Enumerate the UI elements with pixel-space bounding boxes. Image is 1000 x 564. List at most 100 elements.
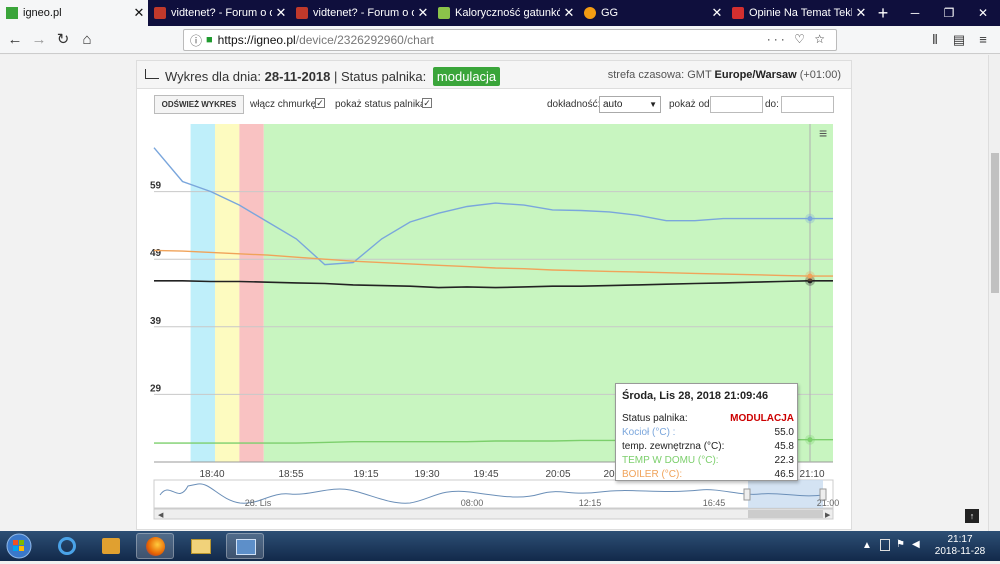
precision-value: auto xyxy=(603,99,623,110)
tab-label: GG xyxy=(601,7,619,19)
tab-label: vidtenet? - Forum o ogrzew xyxy=(313,7,414,19)
library-icon[interactable]: ⫴ xyxy=(924,29,946,51)
close-icon[interactable]: ✕ xyxy=(414,5,432,21)
page-actions[interactable]: ··· ♡ ☆ xyxy=(767,32,828,46)
close-icon[interactable]: ✕ xyxy=(708,5,726,21)
flag-icon[interactable]: ⚑ xyxy=(896,539,905,550)
show-status-checkbox[interactable]: ✓ xyxy=(422,98,432,108)
system-clock[interactable]: 21:17 2018-11-28 xyxy=(930,534,990,558)
tab-label: vidtenet? - Forum o ogrzew xyxy=(171,7,272,19)
bookmark-star-icon[interactable]: ☆ xyxy=(814,32,828,46)
start-button[interactable] xyxy=(2,531,36,561)
panel-header: Wykres dla dnia: 28-11-2018 | Status pal… xyxy=(137,61,851,89)
tab-label: Opinie Na Temat Tekla Dz xyxy=(749,7,852,19)
media-player-taskbar-icon[interactable] xyxy=(92,533,130,559)
tooltip-value: 45.8 xyxy=(774,441,794,452)
window-close-icon[interactable]: ✕ xyxy=(966,0,1000,26)
forum-favicon-icon xyxy=(296,7,308,19)
status-badge: modulacja xyxy=(432,67,501,86)
browser-nav-bar: ← → ↻ ⌂ ⓘ ■ https://igneo.pl /device/232… xyxy=(0,26,1000,54)
page-actions-dots-icon[interactable]: ··· xyxy=(767,32,788,46)
tz-label: strefa czasowa: GMT xyxy=(607,69,712,81)
firefox-taskbar-icon[interactable] xyxy=(136,533,174,559)
title-prefix: Wykres dla dnia: xyxy=(165,69,261,84)
tab-igneo[interactable]: igneo.pl ✕ xyxy=(0,0,148,26)
window-icon xyxy=(236,539,256,555)
url-host: https://igneo.pl xyxy=(217,33,296,47)
info-icon[interactable]: ⓘ xyxy=(190,32,202,49)
close-icon[interactable]: ✕ xyxy=(272,5,290,21)
status-label: | Status palnika: xyxy=(334,69,427,84)
sidebar-icon[interactable]: ▤ xyxy=(948,29,970,51)
tooltip-row-boiler: BOILER (°C): 46.5 xyxy=(622,469,794,482)
tab-label: igneo.pl xyxy=(23,7,62,19)
tab-label: Kaloryczność gatunków dr xyxy=(455,7,560,19)
scroll-to-top-button[interactable]: ↑ xyxy=(965,509,979,523)
tooltip-row-dom: TEMP W DOMU (°C): 22.3 xyxy=(622,455,794,468)
new-tab-plus-icon[interactable]: + xyxy=(872,2,894,24)
close-icon[interactable]: ✕ xyxy=(130,5,148,21)
explorer-taskbar-icon[interactable] xyxy=(182,533,220,559)
precision-label: dokładność: xyxy=(547,99,601,110)
clock-time: 21:17 xyxy=(947,534,973,545)
clouds-checkbox[interactable]: ✓ xyxy=(315,98,325,108)
tooltip-key: temp. zewnętrzna (°C): xyxy=(622,441,725,452)
red-favicon-icon xyxy=(732,7,744,19)
minimize-icon[interactable]: ─ xyxy=(898,0,932,26)
from-input[interactable] xyxy=(710,96,763,113)
pocket-icon[interactable]: ♡ xyxy=(794,32,808,46)
home-icon[interactable]: ⌂ xyxy=(76,29,98,51)
browser-tab-bar: igneo.pl ✕ vidtenet? - Forum o ogrzew ✕ … xyxy=(0,0,1000,26)
network-icon[interactable] xyxy=(880,539,890,551)
chart-controls: ODŚWIEŻ WYKRES włącz chmurkę ✓ pokaż sta… xyxy=(137,90,851,118)
timezone-info: strefa czasowa: GMT Europe/Warsaw (+01:0… xyxy=(608,69,841,81)
chart-date: 28-11-2018 xyxy=(264,69,331,84)
clock-date: 2018-11-28 xyxy=(934,546,986,557)
sun-favicon-icon xyxy=(584,7,596,19)
tab-gg[interactable]: GG ✕ xyxy=(578,0,726,26)
tray-arrow-icon[interactable]: ▲ xyxy=(862,540,872,551)
close-icon[interactable]: ✕ xyxy=(852,5,870,21)
chart-menu-icon[interactable]: ≡ xyxy=(819,126,833,141)
menu-hamburger-icon[interactable]: ≡ xyxy=(972,29,994,51)
screenshot-taskbar-icon[interactable] xyxy=(226,533,264,559)
show-status-label: pokaż status palnika xyxy=(335,99,426,110)
precision-select[interactable]: auto ▼ xyxy=(599,96,661,113)
tooltip-key: TEMP W DOMU (°C): xyxy=(622,455,719,466)
tab-forum-1[interactable]: vidtenet? - Forum o ogrzew ✕ xyxy=(148,0,290,26)
forward-arrow-icon[interactable]: → xyxy=(28,29,50,51)
tab-forum-2[interactable]: vidtenet? - Forum o ogrzew ✕ xyxy=(290,0,432,26)
tooltip-key: BOILER (°C): xyxy=(622,469,683,480)
media-player-icon xyxy=(102,538,120,554)
tab-opinie[interactable]: Opinie Na Temat Tekla Dz ✕ xyxy=(726,0,870,26)
back-arrow-icon[interactable]: ← xyxy=(4,29,26,51)
tz-offset: (+01:00) xyxy=(799,69,841,81)
tooltip-title: Środa, Lis 28, 2018 21:09:46 xyxy=(622,390,769,402)
tab-kalorycznosc[interactable]: Kaloryczność gatunków dr ✕ xyxy=(432,0,578,26)
folder-icon xyxy=(191,539,211,554)
tooltip-key: Status palnika: xyxy=(622,413,688,424)
igneo-favicon-icon xyxy=(6,7,18,19)
tooltip-row-zewnetrzna: temp. zewnętrzna (°C): 45.8 xyxy=(622,441,794,454)
address-bar[interactable]: ⓘ ■ https://igneo.pl /device/2326292960/… xyxy=(183,29,837,51)
scrollbar-thumb[interactable] xyxy=(991,153,999,293)
close-icon[interactable]: ✕ xyxy=(560,5,578,21)
tz-value: Europe/Warsaw xyxy=(714,69,797,81)
ie-taskbar-icon[interactable] xyxy=(48,533,86,559)
windows-logo-icon[interactable] xyxy=(2,531,36,561)
lock-icon: ■ xyxy=(206,34,213,46)
restore-icon[interactable]: ❐ xyxy=(932,0,966,26)
chevron-down-icon: ▼ xyxy=(649,100,657,109)
refresh-chart-button[interactable]: ODŚWIEŻ WYKRES xyxy=(154,95,244,114)
chart-tooltip: Środa, Lis 28, 2018 21:09:46 Status paln… xyxy=(615,383,798,481)
panel-title: Wykres dla dnia: 28-11-2018 | Status pal… xyxy=(165,67,501,86)
url-path: /device/2326292960/chart xyxy=(295,33,434,47)
to-input[interactable] xyxy=(781,96,834,113)
to-label: do: xyxy=(765,99,779,110)
volume-icon[interactable]: ◀ xyxy=(912,539,920,550)
tooltip-value: 46.5 xyxy=(774,469,794,480)
tooltip-key: Kocioł (°C) : xyxy=(622,427,676,438)
page-scrollbar[interactable] xyxy=(988,55,1000,531)
reload-icon[interactable]: ↻ xyxy=(52,29,74,51)
line-chart-icon xyxy=(145,69,159,79)
